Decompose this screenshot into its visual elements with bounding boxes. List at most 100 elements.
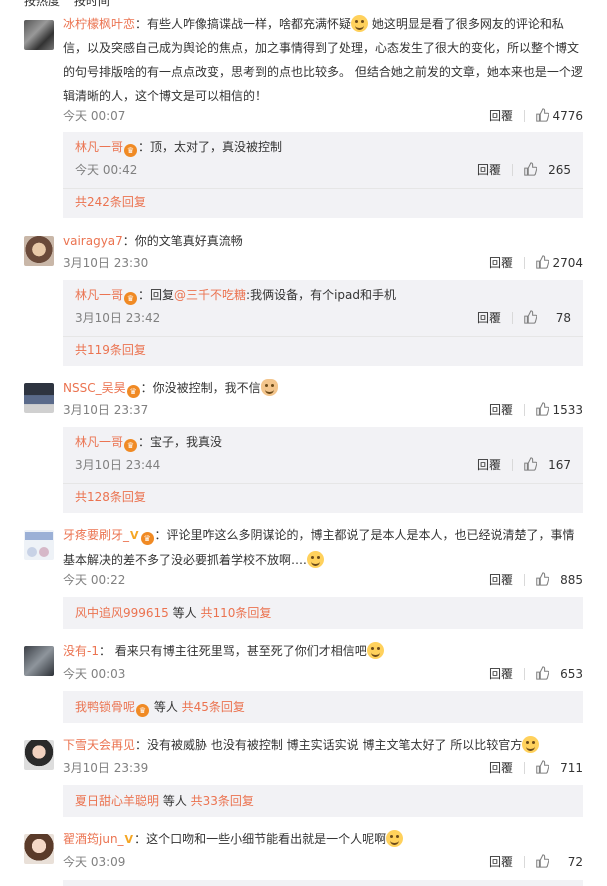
cat-emoji-icon xyxy=(260,379,278,396)
avatar-image xyxy=(25,532,53,557)
divider xyxy=(63,483,583,484)
avatar[interactable] xyxy=(24,236,54,266)
divider xyxy=(524,668,525,680)
timestamp: 3月10日 23:30 xyxy=(63,256,149,270)
like-icon[interactable] xyxy=(535,255,549,269)
reply-button[interactable]: 回覆 xyxy=(489,254,513,272)
avatar[interactable] xyxy=(24,20,54,50)
reply-button[interactable]: 回覆 xyxy=(477,309,501,327)
like-count: 167 xyxy=(548,458,571,472)
divider xyxy=(524,257,525,269)
mention-link[interactable]: @三千不吃糖 xyxy=(174,288,246,302)
reply-text-part: ：顶，太对了，真没被控制 xyxy=(138,140,283,154)
reply-text-part: ：宝子，我真没 xyxy=(138,435,223,449)
username[interactable]: 冰柠檬枫叶恋 xyxy=(63,17,135,31)
like-icon[interactable] xyxy=(535,854,549,868)
timestamp: 今天 00:22 xyxy=(63,573,126,587)
comment-text-part: ： 看来只有博主往死里骂，甚至死了你们才相信吧 xyxy=(98,644,367,658)
comment-text: 翟酒筠jun_V：这个口吻和一些小细节能看出就是一个人呢啊 xyxy=(63,827,583,852)
like-count: 653 xyxy=(560,667,583,681)
like-count: 265 xyxy=(548,163,571,177)
reply-box: 林凡一哥 ♛ ：顶，太对了，真没被控制 今天 00:42 回覆 265 共242条回… xyxy=(63,132,583,218)
like-icon[interactable] xyxy=(523,162,537,176)
reply-box: 林凡一哥 ♛ ：宝子，我真没 3月10日 23:44 回覆 167 共128条回复 xyxy=(63,427,583,513)
comment-meta: 3月10日 23:30 回覆 2704 xyxy=(63,254,583,272)
reply-summary-box[interactable]: 我鸭锁骨呢 ♛ 等人 共45条回复 xyxy=(63,691,583,723)
reply-button[interactable]: 回覆 xyxy=(477,161,501,179)
comment-text: vairagya7：你的文笔真好真流畅 xyxy=(63,229,583,253)
tab-time[interactable]: 按时间 xyxy=(74,0,110,9)
view-all-replies-link[interactable]: 共110条回复 xyxy=(200,606,271,620)
timestamp: 3月10日 23:44 xyxy=(75,458,161,472)
reply-button[interactable]: 回覆 xyxy=(489,571,513,589)
username[interactable]: 没有-1 xyxy=(63,644,99,658)
like-count: 885 xyxy=(560,573,583,587)
reply-button[interactable]: 回覆 xyxy=(489,665,513,683)
reply-text: 林凡一哥 ♛ ：宝子，我真没 xyxy=(75,430,222,454)
like-count: 78 xyxy=(555,311,571,325)
comment-text: 牙疼要刷牙_V ♛ ：评论里咋这么多阴谋论的，博主都说了是本人是本人，也已经说清楚了… xyxy=(63,523,583,572)
like-icon[interactable] xyxy=(535,572,549,586)
view-all-replies-link[interactable]: 共128条回复 xyxy=(75,487,146,507)
avatar[interactable] xyxy=(24,740,54,770)
summary-text: 等人 xyxy=(159,794,191,808)
timestamp: 今天 03:09 xyxy=(63,855,126,869)
username[interactable]: 风中追风999615 xyxy=(75,606,169,620)
comment-text-part: ：有些人咋像搞谍战一样，啥都充满怀疑 xyxy=(135,17,352,31)
view-all-replies-link[interactable]: 共119条回复 xyxy=(75,340,146,360)
reply-box-partial xyxy=(63,880,583,886)
comment-text-part: ：没有被威胁 也没有被控制 博主实话实说 博主文笔太好了 所以比较官方 xyxy=(135,738,523,752)
like-icon[interactable] xyxy=(535,108,549,122)
reply-button[interactable]: 回覆 xyxy=(477,456,501,474)
username[interactable]: 翟酒筠jun_ xyxy=(63,832,124,846)
reply-button[interactable]: 回覆 xyxy=(489,401,513,419)
comment-text: 没有-1： 看来只有博主往死里骂，甚至死了你们才相信吧 xyxy=(63,639,583,663)
username[interactable]: 林凡一哥 xyxy=(75,435,123,449)
reply-summary-box[interactable]: 夏日甜心羊聪明 等人 共33条回复 xyxy=(63,785,583,817)
username[interactable]: 牙疼要刷牙_ xyxy=(63,528,129,542)
like-count: 2704 xyxy=(552,256,583,270)
avatar[interactable] xyxy=(24,834,54,864)
view-all-replies-link[interactable]: 共45条回复 xyxy=(182,700,245,714)
like-icon[interactable] xyxy=(535,760,549,774)
username[interactable]: 夏日甜心羊聪明 xyxy=(75,794,159,808)
username[interactable]: 林凡一哥 xyxy=(75,288,123,302)
crown-badge-icon: ♛ xyxy=(124,144,138,157)
like-count: 72 xyxy=(567,855,583,869)
like-icon[interactable] xyxy=(523,457,537,471)
avatar[interactable] xyxy=(24,646,54,676)
like-icon[interactable] xyxy=(535,666,549,680)
view-all-replies-link[interactable]: 共33条回复 xyxy=(191,794,254,808)
like-count: 4776 xyxy=(552,109,583,123)
reply-meta: 今天 00:42 回覆 265 xyxy=(75,161,571,179)
reply-summary: 我鸭锁骨呢 ♛ 等人 共45条回复 xyxy=(75,697,245,717)
grin-emoji-icon xyxy=(522,736,540,753)
username[interactable]: 我鸭锁骨呢 xyxy=(75,700,135,714)
reply-meta: 3月10日 23:44 回覆 167 xyxy=(75,456,571,474)
reply-button[interactable]: 回覆 xyxy=(489,759,513,777)
avatar[interactable] xyxy=(24,383,54,413)
username[interactable]: 林凡一哥 xyxy=(75,140,123,154)
sweat-emoji-icon xyxy=(306,551,324,568)
username[interactable]: 下雪天会再见 xyxy=(63,738,135,752)
view-all-replies-link[interactable]: 共242条回复 xyxy=(75,192,146,212)
username[interactable]: vairagya7 xyxy=(63,234,123,248)
comment-text: NSSC_吴昊 ♛ ：你没被控制，我不信 xyxy=(63,376,583,400)
avatar[interactable] xyxy=(24,530,54,560)
timestamp: 今天 00:07 xyxy=(63,109,126,123)
like-icon[interactable] xyxy=(535,402,549,416)
comment-meta: 今天 00:07 回覆 4776 xyxy=(63,107,583,125)
tab-hot[interactable]: 按热度 xyxy=(24,0,60,9)
crown-badge-icon: ♛ xyxy=(124,439,138,452)
reply-button[interactable]: 回覆 xyxy=(489,853,513,871)
reply-summary: 夏日甜心羊聪明 等人 共33条回复 xyxy=(75,791,254,811)
reply-meta: 3月10日 23:42 回覆 78 xyxy=(75,309,571,327)
reply-summary-box[interactable]: 风中追风999615 等人 共110条回复 xyxy=(63,597,583,629)
reply-summary: 风中追风999615 等人 共110条回复 xyxy=(75,603,271,623)
comment-text-part: ：这个口吻和一些小细节能看出就是一个人呢啊 xyxy=(134,832,387,846)
comment-meta: 今天 00:03 回覆 653 xyxy=(63,665,583,683)
like-icon[interactable] xyxy=(523,310,537,324)
username[interactable]: NSSC_吴昊 xyxy=(63,381,126,395)
reply-box: 林凡一哥 ♛ ：回复@三千不吃糖:我俩设备，有个ipad和手机 3月10日 23:4… xyxy=(63,280,583,366)
reply-button[interactable]: 回覆 xyxy=(489,107,513,125)
